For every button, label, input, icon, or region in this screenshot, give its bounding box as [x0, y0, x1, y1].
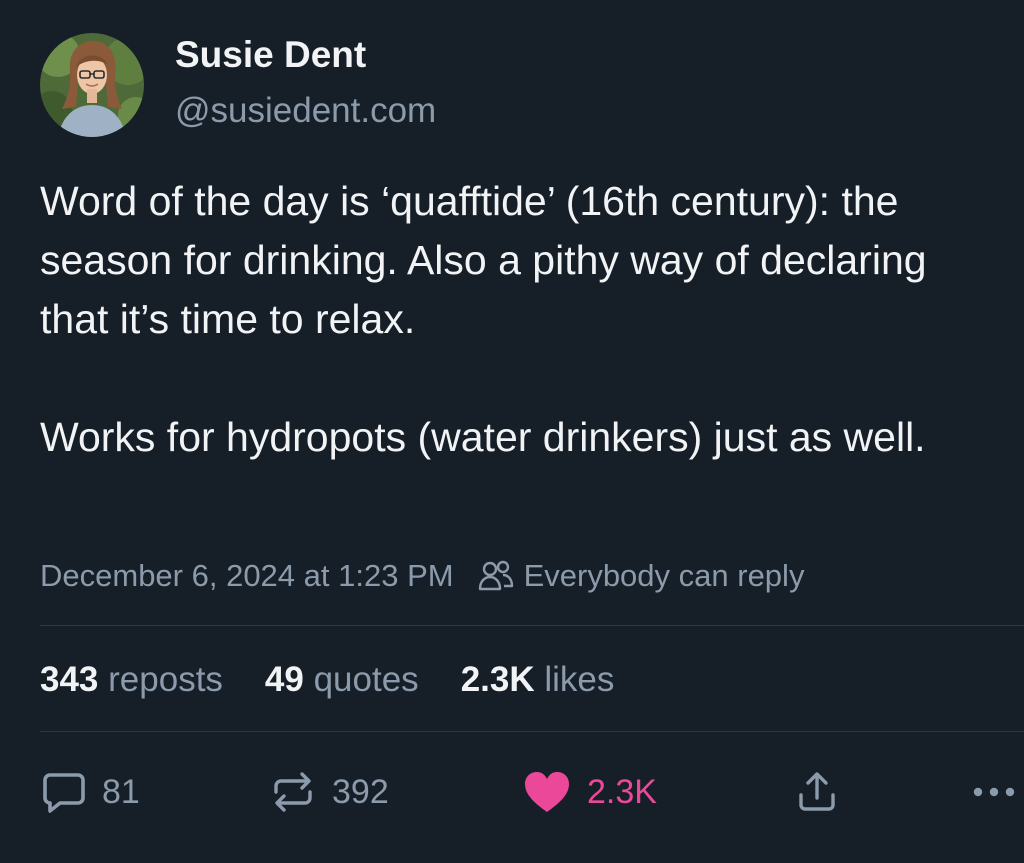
author-names: Susie Dent @susiedent.com — [175, 33, 436, 132]
reply-setting[interactable]: Everybody can reply — [478, 556, 805, 596]
more-options-button[interactable] — [972, 764, 1016, 820]
reply-count: 81 — [102, 772, 140, 811]
reposts-count: 343 — [40, 660, 99, 699]
divider — [40, 731, 1024, 732]
reposts-label: reposts — [108, 660, 223, 699]
like-count: 2.3K — [587, 772, 657, 811]
divider — [40, 625, 1024, 626]
post-meta: December 6, 2024 at 1:23 PM Everybody ca… — [40, 556, 804, 596]
post-thread-view: Susie Dent @susiedent.com Word of the da… — [0, 0, 1024, 863]
heart-icon — [525, 772, 569, 812]
likes-stat[interactable]: 2.3K likes — [461, 658, 615, 702]
share-upload-icon — [799, 772, 835, 811]
post-paragraph: Works for hydropots (water drinkers) jus… — [40, 414, 926, 460]
ellipsis-icon — [973, 787, 1015, 797]
author-handle[interactable]: @susiedent.com — [175, 90, 436, 132]
post-timestamp: December 6, 2024 at 1:23 PM — [40, 558, 454, 593]
likes-label: likes — [544, 660, 615, 699]
reposts-stat[interactable]: 343 reposts — [40, 658, 223, 702]
post-author: Susie Dent @susiedent.com — [40, 33, 436, 137]
like-button[interactable]: 2.3K — [523, 764, 657, 820]
speech-bubble-icon — [43, 773, 85, 813]
repost-count: 392 — [332, 772, 389, 811]
quotes-stat[interactable]: 49 quotes — [265, 658, 419, 702]
share-button[interactable] — [795, 764, 839, 820]
quotes-label: quotes — [313, 660, 419, 699]
reply-button[interactable]: 81 — [42, 764, 140, 820]
avatar-photo — [40, 33, 144, 137]
avatar[interactable] — [40, 33, 144, 137]
quotes-count: 49 — [264, 660, 304, 699]
post-body: Word of the day is ‘quafftide’ (16th cen… — [40, 172, 1000, 467]
people-icon — [478, 560, 513, 591]
repost-arrows-icon — [274, 772, 312, 812]
post-stats: 343 reposts 49 quotes 2.3K likes — [40, 658, 656, 702]
post-paragraph: Word of the day is ‘quafftide’ (16th cen… — [40, 178, 927, 342]
likes-count: 2.3K — [460, 660, 535, 699]
reply-setting-label: Everybody can reply — [523, 558, 805, 593]
post-actions: 81 392 2.3K — [40, 764, 1024, 820]
repost-button[interactable]: 392 — [270, 764, 389, 820]
author-display-name[interactable]: Susie Dent — [175, 33, 436, 77]
